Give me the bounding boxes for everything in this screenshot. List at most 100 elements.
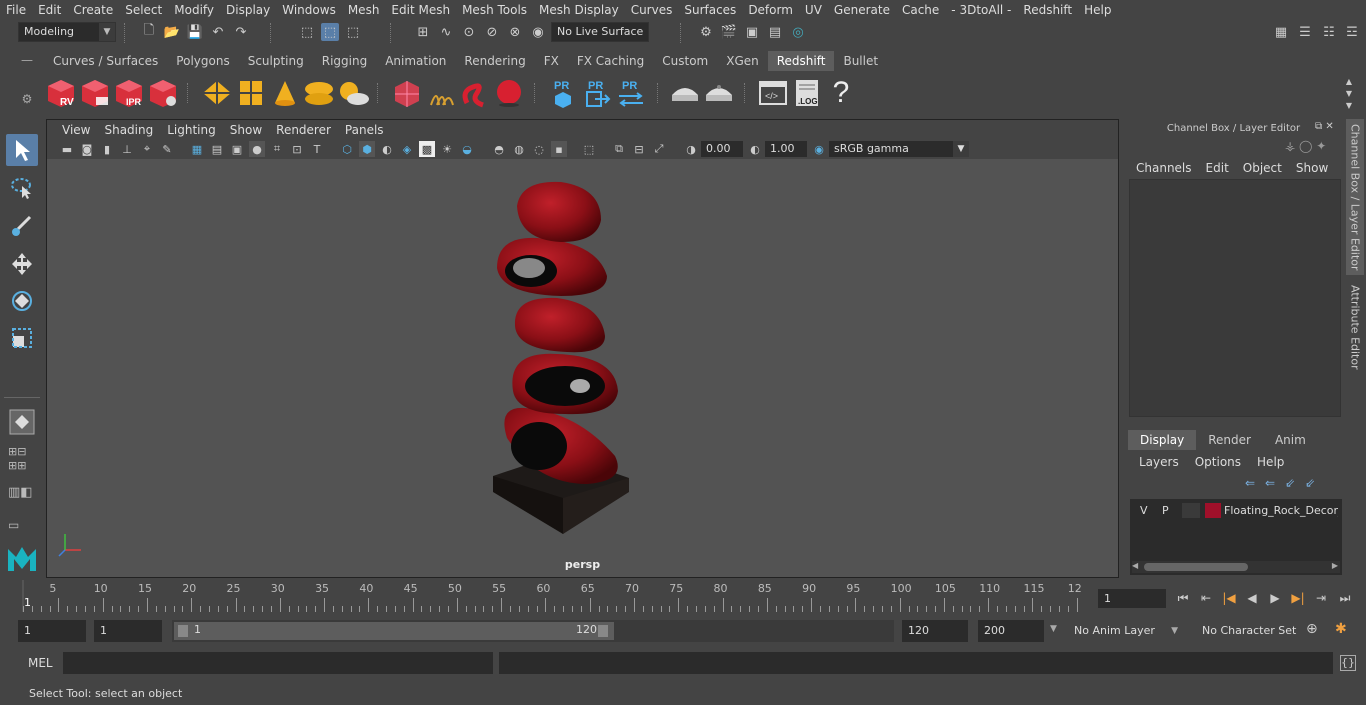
- gamma-icon[interactable]: ◐: [747, 141, 763, 157]
- shelf-tab-fx-caching[interactable]: FX Caching: [567, 51, 654, 71]
- toggle-tool-settings-icon[interactable]: ☷: [1320, 23, 1338, 41]
- float-close-icons[interactable]: ⧉ ✕: [1315, 121, 1334, 132]
- redshift-help-icon[interactable]: ?: [824, 76, 858, 110]
- tab-display[interactable]: Display: [1128, 430, 1197, 450]
- wireframe-on-shaded-icon[interactable]: ◐: [379, 141, 395, 157]
- exposure-icon[interactable]: ◑: [683, 141, 699, 157]
- menu-redshift[interactable]: Redshift: [1017, 3, 1078, 17]
- select-object-icon[interactable]: ⬚: [321, 23, 339, 41]
- layer-visibility-toggle[interactable]: V: [1140, 504, 1148, 517]
- step-back-key-icon[interactable]: ⇤: [1197, 589, 1215, 607]
- redshift-volume-icon[interactable]: [234, 76, 268, 110]
- bookmark-icon[interactable]: ▮: [99, 141, 115, 157]
- isolate-select-icon[interactable]: ▪: [551, 141, 567, 157]
- resolution-gate-icon[interactable]: ▣: [229, 141, 245, 157]
- safe-title-icon[interactable]: T: [309, 141, 325, 157]
- layer-name[interactable]: Floating_Rock_Decor_: [1224, 504, 1338, 517]
- use-all-lights-icon[interactable]: ▩: [419, 141, 435, 157]
- channel-menu-show[interactable]: Show: [1289, 161, 1335, 175]
- shelf-settings-icon[interactable]: ⚙: [18, 92, 36, 108]
- viewport-menu-view[interactable]: View: [55, 123, 97, 137]
- channel-menu-edit[interactable]: Edit: [1199, 161, 1236, 175]
- ipr-render-icon[interactable]: ▣: [743, 23, 761, 41]
- go-to-end-icon[interactable]: ⏭: [1336, 589, 1354, 607]
- menu-edit-mesh[interactable]: Edit Mesh: [385, 3, 456, 17]
- show-manipulator-icon[interactable]: [6, 406, 38, 438]
- play-backward-icon[interactable]: ◀: [1243, 589, 1261, 607]
- shelf-tab-fx[interactable]: FX: [534, 51, 568, 71]
- render-view-icon[interactable]: ▤: [766, 23, 784, 41]
- snap-surface-icon[interactable]: ⊗: [506, 23, 524, 41]
- step-forward-key-icon[interactable]: ⇥: [1312, 589, 1330, 607]
- menu-file[interactable]: File: [0, 3, 32, 17]
- select-hierarchy-icon[interactable]: ⬚: [298, 23, 316, 41]
- move-tool-icon[interactable]: [6, 248, 38, 280]
- menu-help[interactable]: Help: [1078, 3, 1117, 17]
- save-scene-icon[interactable]: 💾: [186, 23, 204, 41]
- time-slider[interactable]: 1 5 10 15 20 25 30 35 40 45 50 55 60 65 70 75 80 85 90 95 1…: [18, 580, 1090, 612]
- layer-color-swatch[interactable]: [1205, 503, 1221, 518]
- viewport-panel[interactable]: View Shading Lighting Show Renderer Panels ▬ …: [46, 119, 1119, 578]
- snap-curve-icon[interactable]: ∿: [437, 23, 455, 41]
- redshift-pr-swap-icon[interactable]: PR: [614, 76, 648, 110]
- camera-attributes-icon[interactable]: ◙: [79, 141, 95, 157]
- range-end-handle[interactable]: [598, 625, 608, 637]
- open-scene-icon[interactable]: 📂: [163, 23, 181, 41]
- layer-playback-toggle[interactable]: P: [1162, 504, 1169, 517]
- shelf-scroll-up-icon[interactable]: ▲: [1340, 76, 1358, 86]
- hypershade-icon[interactable]: ◎: [789, 23, 807, 41]
- redshift-curve-icon[interactable]: [458, 76, 492, 110]
- snap-grid-icon[interactable]: ⊞: [414, 23, 432, 41]
- viewport-menu-lighting[interactable]: Lighting: [160, 123, 223, 137]
- snap-live-icon[interactable]: ◉: [529, 23, 547, 41]
- animation-start-field[interactable]: 1: [18, 620, 86, 642]
- smooth-shade-icon[interactable]: ⬢: [359, 141, 375, 157]
- xray-icon[interactable]: ⬚: [581, 141, 597, 157]
- menu-mesh-display[interactable]: Mesh Display: [533, 3, 625, 17]
- layout-quad-icon[interactable]: ⊞⊟ ⊞⊞: [8, 445, 36, 473]
- mode-selector[interactable]: Modeling ▼: [18, 22, 116, 42]
- redshift-light-icon[interactable]: [268, 76, 302, 110]
- paint-select-tool-icon[interactable]: [6, 210, 38, 242]
- live-surface-field[interactable]: No Live Surface: [551, 22, 649, 42]
- exposure-field[interactable]: 0.00: [701, 141, 743, 157]
- shelf-menu-icon[interactable]: ▼: [1340, 100, 1358, 110]
- step-back-frame-icon[interactable]: |◀: [1220, 589, 1238, 607]
- shelf-tab-redshift[interactable]: Redshift: [767, 51, 835, 71]
- screen-space-ao-icon[interactable]: ◒: [459, 141, 475, 157]
- color-space-select[interactable]: sRGB gamma ▼: [829, 141, 969, 157]
- current-frame-field[interactable]: 1: [1098, 589, 1166, 608]
- fit-view-icon[interactable]: ⤢: [651, 141, 667, 157]
- animation-end-field[interactable]: 200: [978, 620, 1044, 642]
- undo-icon[interactable]: ↶: [209, 23, 227, 41]
- layer-reference-toggle[interactable]: [1182, 503, 1200, 518]
- redshift-dome-light-icon[interactable]: [302, 76, 336, 110]
- wireframe-icon[interactable]: ⬡: [339, 141, 355, 157]
- new-scene-icon[interactable]: 🗋: [140, 23, 158, 41]
- play-forward-icon[interactable]: ▶: [1266, 589, 1284, 607]
- redshift-render-icon[interactable]: [78, 76, 112, 110]
- menu-mesh-tools[interactable]: Mesh Tools: [456, 3, 533, 17]
- redshift-material-cube-icon[interactable]: [390, 76, 424, 110]
- script-language-label[interactable]: MEL: [28, 656, 53, 670]
- range-start-handle[interactable]: [178, 625, 188, 637]
- motion-blur-icon[interactable]: ◓: [491, 141, 507, 157]
- viewport-menu-shading[interactable]: Shading: [97, 123, 160, 137]
- snap-point-icon[interactable]: ⊙: [460, 23, 478, 41]
- scroll-thumb[interactable]: [1144, 563, 1248, 571]
- redshift-script-icon[interactable]: </>: [756, 76, 790, 110]
- redo-icon[interactable]: ↷: [232, 23, 250, 41]
- redshift-log-icon[interactable]: .LOG: [790, 76, 824, 110]
- redshift-sphere-icon[interactable]: [492, 76, 526, 110]
- channel-box-toggle-icons[interactable]: ⚶ ◯ ✦: [1285, 139, 1326, 153]
- redshift-bake-icon[interactable]: [668, 76, 702, 110]
- auto-key-icon[interactable]: ⊕: [1306, 621, 1326, 641]
- layer-actions-icons[interactable]: ⇐⇐⇙⇙: [1245, 476, 1325, 490]
- camera-select-icon[interactable]: ▬: [59, 141, 75, 157]
- layer-menu-options[interactable]: Options: [1187, 455, 1249, 469]
- scroll-right-icon[interactable]: ▶: [1332, 561, 1338, 570]
- step-forward-frame-icon[interactable]: ▶|: [1289, 589, 1307, 607]
- textured-icon[interactable]: ◈: [399, 141, 415, 157]
- redshift-pr-cube-icon[interactable]: PR: [546, 76, 580, 110]
- layout-split-icon[interactable]: ▥◧: [8, 485, 36, 507]
